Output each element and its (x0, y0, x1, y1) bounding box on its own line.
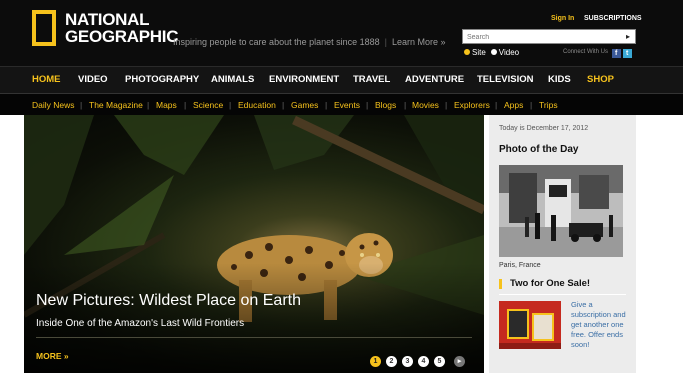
logo-yellow-frame-icon[interactable] (32, 10, 56, 46)
hero-divider (36, 337, 472, 338)
nav-travel[interactable]: TRAVEL (353, 74, 390, 85)
nav-animals[interactable]: ANIMALS (211, 74, 254, 85)
subnav-science[interactable]: Science (193, 100, 223, 110)
subnav-apps[interactable]: Apps (504, 100, 523, 110)
nav-television[interactable]: TELEVISION (477, 74, 533, 85)
subnav-divider: | (445, 100, 448, 110)
subnav-divider: | (495, 100, 498, 110)
nav-shop[interactable]: SHOP (587, 74, 614, 85)
hero-subtitle: Inside One of the Amazon's Last Wild Fro… (36, 318, 245, 329)
pager-dot-1[interactable]: 1 (370, 356, 381, 367)
sale-description-link[interactable]: Give a subscription and get another one … (571, 300, 629, 350)
subnav-divider: | (282, 100, 285, 110)
nav-video[interactable]: VIDEO (78, 74, 108, 85)
connect-with-us: Connect With Us ft (563, 49, 632, 58)
pager-dot-5[interactable]: 5 (434, 356, 445, 367)
connect-label: Connect With Us (563, 49, 609, 55)
subnav-divider: | (325, 100, 328, 110)
paris-street-photo (499, 165, 623, 257)
site-logo[interactable]: NATIONAL GEOGRAPHIC (65, 11, 178, 45)
subnav-divider: | (366, 100, 369, 110)
next-arrow-icon[interactable]: ▸ (454, 356, 465, 367)
subnav-divider: | (147, 100, 150, 110)
sale-divider (499, 294, 626, 295)
sale-promo-image[interactable] (499, 301, 561, 349)
subnav-daily-news[interactable]: Daily News (32, 100, 75, 110)
search-go-icon[interactable]: ▸ (621, 30, 635, 43)
site-header: NATIONAL GEOGRAPHIC Inspiring people to … (0, 0, 683, 66)
scope-video-radio[interactable] (490, 49, 497, 55)
sign-in-link[interactable]: Sign In (551, 15, 574, 22)
main-nav: HOME VIDEO PHOTOGRAPHY ANIMALS ENVIRONME… (0, 66, 683, 93)
hero-pager: 1 2 3 4 5 ▸ (370, 350, 470, 367)
today-date: Today is December 17, 2012 (499, 125, 589, 132)
twitter-icon[interactable]: t (622, 49, 632, 58)
pager-dot-2[interactable]: 2 (386, 356, 397, 367)
logo-line-1: NATIONAL (65, 10, 150, 29)
photo-of-the-day-title[interactable]: Photo of the Day (499, 144, 578, 155)
gift-magazines-image (499, 301, 561, 349)
subnav-divider: | (530, 100, 533, 110)
scope-site-radio[interactable] (464, 49, 470, 55)
pager-dot-3[interactable]: 3 (402, 356, 413, 367)
logo-line-2: GEOGRAPHIC (65, 27, 179, 46)
subnav-maps[interactable]: Maps (156, 100, 177, 110)
subscriptions-link[interactable]: SUBSCRIPTIONS (584, 15, 642, 22)
scope-video-label: Video (498, 48, 520, 57)
sub-nav: Daily News | The Magazine | Maps | Scien… (0, 93, 683, 115)
photo-of-the-day-image[interactable] (499, 165, 623, 257)
sale-accent-bar (499, 279, 502, 289)
nav-kids[interactable]: KIDS (548, 74, 571, 85)
subnav-games[interactable]: Games (291, 100, 318, 110)
subnav-education[interactable]: Education (238, 100, 276, 110)
scope-site-label: Site (472, 48, 486, 57)
hero-title[interactable]: New Pictures: Wildest Place on Earth (36, 292, 301, 310)
learn-more-link[interactable]: Learn More » (392, 37, 446, 47)
nav-environment[interactable]: ENVIRONMENT (269, 74, 339, 85)
subnav-divider: | (184, 100, 187, 110)
subnav-movies[interactable]: Movies (412, 100, 439, 110)
sale-title[interactable]: Two for One Sale! (510, 278, 590, 289)
nav-home[interactable]: HOME (32, 74, 61, 85)
subnav-events[interactable]: Events (334, 100, 360, 110)
tagline-text: Inspiring people to care about the plane… (173, 37, 380, 47)
subnav-divider: | (404, 100, 407, 110)
search-input[interactable] (467, 32, 617, 42)
hero-more-link[interactable]: MORE » (36, 351, 69, 361)
subnav-explorers[interactable]: Explorers (454, 100, 490, 110)
subnav-divider: | (229, 100, 232, 110)
nav-adventure[interactable]: ADVENTURE (405, 74, 464, 85)
tagline-divider: | (384, 37, 387, 47)
pager-dot-4[interactable]: 4 (418, 356, 429, 367)
search-box: ▸ (462, 29, 636, 44)
facebook-icon[interactable]: f (611, 49, 621, 58)
subnav-divider: | (80, 100, 83, 110)
subnav-blogs[interactable]: Blogs (375, 100, 396, 110)
subnav-the-magazine[interactable]: The Magazine (89, 100, 143, 110)
tagline: Inspiring people to care about the plane… (173, 37, 446, 47)
photo-caption: Paris, France (499, 262, 541, 269)
hero-feature[interactable]: New Pictures: Wildest Place on Earth Ins… (24, 115, 484, 373)
sidebar: Today is December 17, 2012 Photo of the … (489, 115, 636, 373)
subnav-trips[interactable]: Trips (539, 100, 558, 110)
search-scope: Site Video (464, 48, 519, 57)
nav-photography[interactable]: PHOTOGRAPHY (125, 74, 199, 85)
